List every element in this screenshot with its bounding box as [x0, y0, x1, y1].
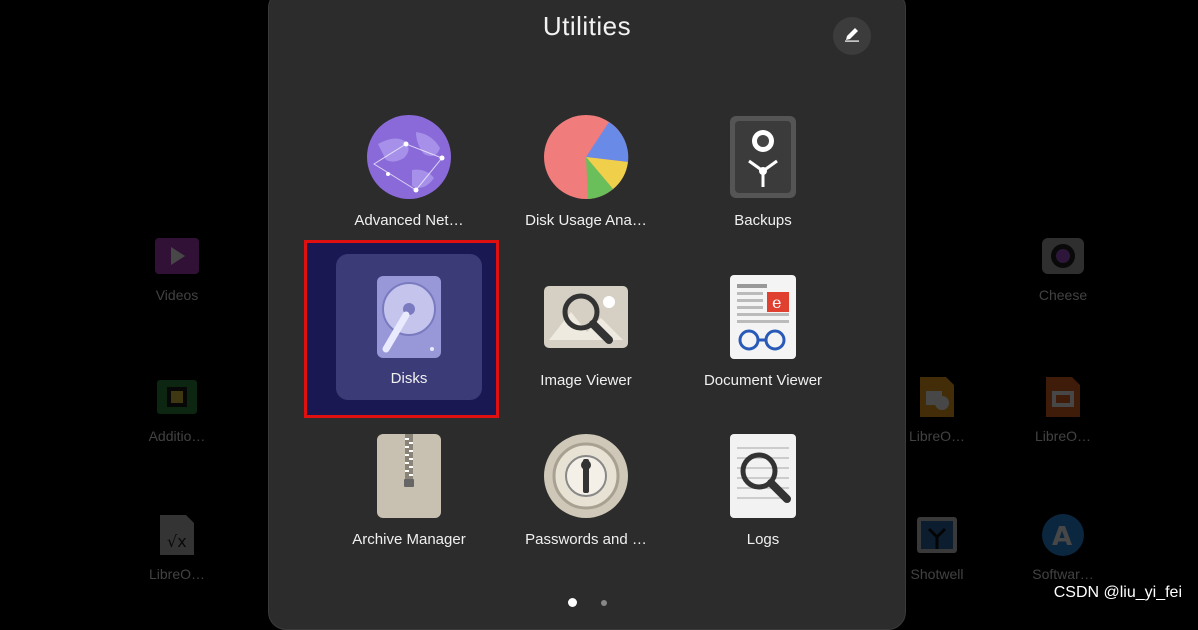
bg-app-label: Softwar… — [1032, 566, 1094, 582]
app-passwords-and-keys[interactable]: Passwords and … — [511, 431, 661, 581]
archive-zipper-icon — [364, 431, 454, 521]
network-globe-icon — [364, 112, 454, 202]
rename-folder-button[interactable] — [833, 17, 871, 55]
app-label: Disks — [390, 370, 428, 387]
log-magnifier-icon — [718, 431, 808, 521]
app-label: Document Viewer — [703, 372, 823, 389]
svg-text:e: e — [772, 293, 781, 312]
magnifier-photo-icon — [541, 272, 631, 362]
app-image-viewer[interactable]: Image Viewer — [511, 272, 661, 422]
pie-chart-icon — [541, 112, 631, 202]
app-disk-usage-analyzer[interactable]: Disk Usage Ana… — [511, 112, 661, 262]
app-advanced-network[interactable]: Advanced Net… — [334, 112, 484, 262]
bg-app-libreoffice-math[interactable]: √x LibreO… — [112, 512, 242, 582]
safe-icon — [718, 112, 808, 202]
bg-app-software[interactable]: A Softwar… — [998, 512, 1128, 582]
app-label: Backups — [734, 212, 792, 229]
bg-app-label: Videos — [155, 287, 199, 303]
bg-app-additional-drivers[interactable]: Additio… — [112, 374, 242, 444]
bg-app-cheese[interactable]: Cheese — [998, 233, 1128, 303]
app-label: Disk Usage Ana… — [525, 212, 647, 229]
libreoffice-math-icon: √x — [154, 512, 200, 558]
hard-disk-icon — [364, 272, 454, 362]
app-label: Logs — [746, 531, 780, 548]
app-archive-manager[interactable]: Archive Manager — [334, 431, 484, 581]
chip-icon — [154, 374, 200, 420]
app-label: Image Viewer — [540, 372, 632, 389]
page-indicator — [268, 598, 906, 607]
software-store-icon: A — [1040, 512, 1086, 558]
app-label: Passwords and … — [525, 531, 647, 548]
libreoffice-draw-icon — [914, 374, 960, 420]
app-backups[interactable]: Backups — [688, 112, 838, 262]
document-glasses-icon: e — [718, 272, 808, 362]
page-dot-2[interactable] — [600, 600, 607, 606]
bg-app-libreoffice-impress[interactable]: LibreO… — [998, 374, 1128, 444]
app-label: Archive Manager — [352, 531, 466, 548]
camera-icon — [1040, 233, 1086, 279]
folder-title[interactable]: Utilities — [269, 11, 905, 42]
bg-app-videos[interactable]: Videos — [112, 233, 242, 303]
watermark-text: CSDN @liu_yi_fei — [1053, 584, 1182, 601]
bg-app-label: LibreO… — [148, 566, 206, 582]
photo-tree-icon — [914, 512, 960, 558]
libreoffice-impress-icon — [1040, 374, 1086, 420]
bg-app-label: Cheese — [1038, 287, 1088, 303]
app-label: Advanced Net… — [354, 212, 464, 229]
app-disks[interactable]: Disks — [336, 254, 482, 400]
app-logs[interactable]: Logs — [688, 431, 838, 581]
pencil-edit-icon — [844, 26, 860, 47]
svg-text:√x: √x — [167, 532, 187, 551]
app-document-viewer[interactable]: e Document Viewer — [688, 272, 838, 422]
video-play-icon — [154, 233, 200, 279]
keyhole-icon — [541, 431, 631, 521]
bg-app-label: Additio… — [148, 428, 206, 444]
bg-app-label: LibreO… — [1034, 428, 1092, 444]
page-dot-1[interactable] — [567, 598, 577, 607]
svg-text:A: A — [1052, 522, 1072, 552]
